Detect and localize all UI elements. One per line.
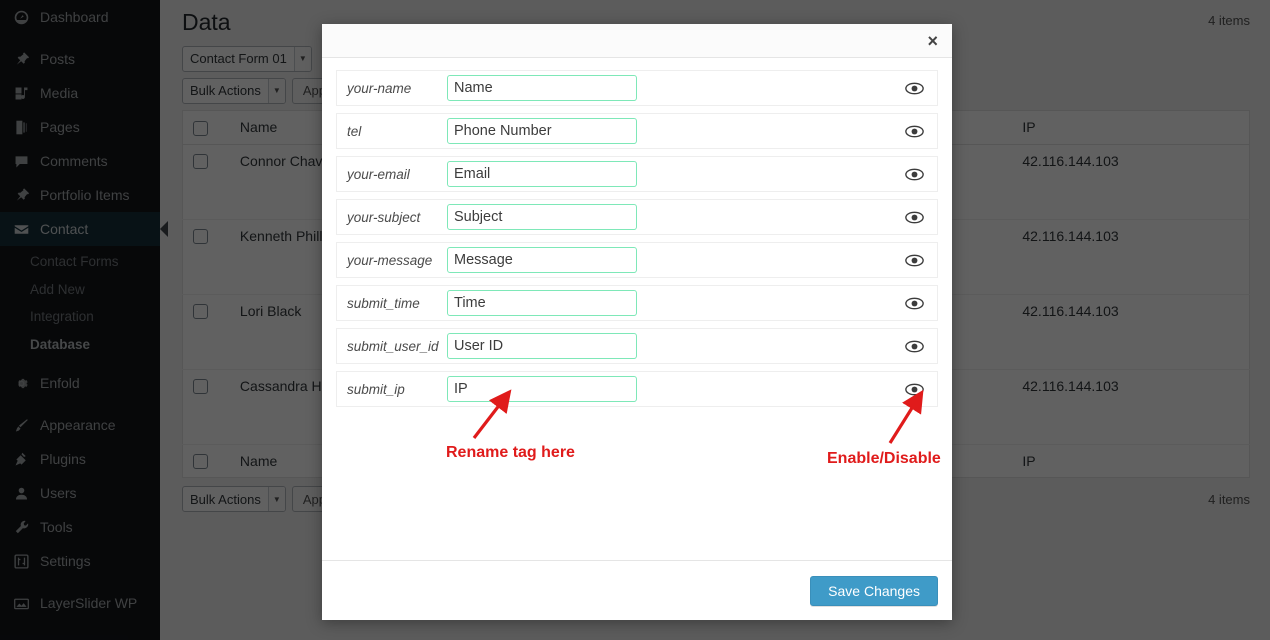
field-rename-input[interactable] — [447, 161, 637, 187]
field-row: your-name — [336, 70, 938, 106]
field-tag: your-name — [347, 81, 447, 96]
field-rename-input[interactable] — [447, 118, 637, 144]
field-row: your-email — [336, 156, 938, 192]
field-tag: your-subject — [347, 210, 447, 225]
field-tag: your-email — [347, 167, 447, 182]
eye-icon[interactable] — [901, 249, 927, 271]
screen: 4 items Data Contact Form 01 ▼ Bulk Acti… — [0, 0, 1270, 640]
field-tag: your-message — [347, 253, 447, 268]
close-icon[interactable]: × — [927, 32, 938, 50]
field-row: submit_time — [336, 285, 938, 321]
eye-icon[interactable] — [901, 378, 927, 400]
modal-body: your-name tel your-email — [322, 58, 952, 560]
field-rename-input[interactable] — [447, 290, 637, 316]
field-tag: tel — [347, 124, 447, 139]
modal-footer: Save Changes — [322, 560, 952, 620]
field-tag: submit_ip — [347, 382, 447, 397]
field-tag: submit_user_id — [347, 339, 447, 354]
field-row: your-subject — [336, 199, 938, 235]
field-row: your-message — [336, 242, 938, 278]
field-rename-input[interactable] — [447, 376, 637, 402]
field-row: submit_user_id — [336, 328, 938, 364]
field-rename-input[interactable] — [447, 75, 637, 101]
eye-icon[interactable] — [901, 77, 927, 99]
eye-icon[interactable] — [901, 335, 927, 357]
field-rename-input[interactable] — [447, 247, 637, 273]
eye-icon[interactable] — [901, 120, 927, 142]
eye-icon[interactable] — [901, 292, 927, 314]
field-row: tel — [336, 113, 938, 149]
field-rename-input[interactable] — [447, 333, 637, 359]
eye-icon[interactable] — [901, 206, 927, 228]
field-tag: submit_time — [347, 296, 447, 311]
field-rename-input[interactable] — [447, 204, 637, 230]
edit-fields-modal: × your-name tel your-email — [322, 24, 952, 620]
eye-icon[interactable] — [901, 163, 927, 185]
modal-header: × — [322, 24, 952, 58]
field-row: submit_ip — [336, 371, 938, 407]
save-changes-button[interactable]: Save Changes — [810, 576, 938, 606]
